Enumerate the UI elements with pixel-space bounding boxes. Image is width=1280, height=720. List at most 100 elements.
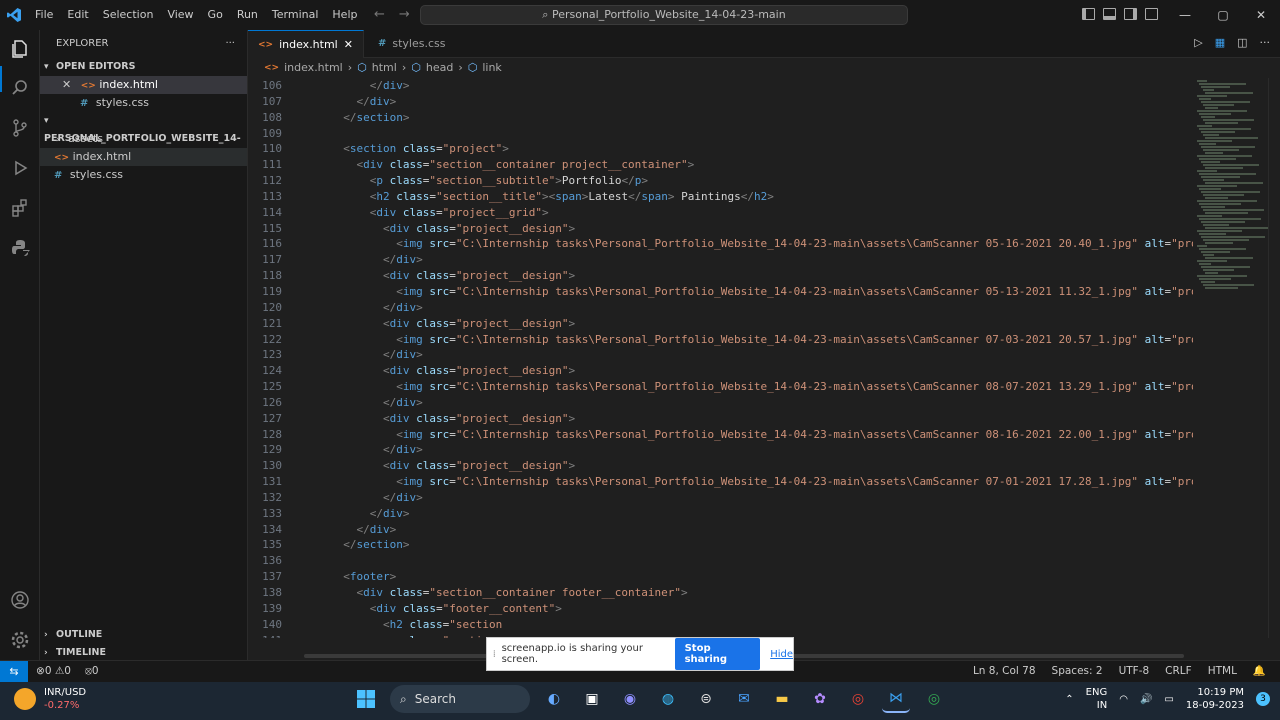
code-line[interactable]: 112 <p class="section__subtitle">Portfol… bbox=[248, 173, 1193, 189]
outline-section[interactable]: › OUTLINE bbox=[40, 626, 102, 644]
taskbar-search[interactable]: ⌕ Search bbox=[390, 685, 530, 713]
code-line[interactable]: 116 <img src="C:\Internship tasks\Person… bbox=[248, 236, 1193, 252]
code-line[interactable]: 119 <img src="C:\Internship tasks\Person… bbox=[248, 284, 1193, 300]
more-actions-icon[interactable]: ··· bbox=[1260, 36, 1271, 49]
command-center-search[interactable]: ⌕ Personal_Portfolio_Website_14-04-23-ma… bbox=[420, 5, 908, 25]
code-line[interactable]: 106 </div> bbox=[248, 78, 1193, 94]
minimap[interactable] bbox=[1193, 78, 1268, 638]
cursor-position[interactable]: Ln 8, Col 78 bbox=[973, 661, 1036, 682]
stop-sharing-button[interactable]: Stop sharing bbox=[674, 638, 761, 670]
battery-icon[interactable]: ▭ bbox=[1164, 694, 1173, 705]
menu-edit[interactable]: Edit bbox=[60, 0, 95, 30]
maximize-icon[interactable]: ▢ bbox=[1204, 0, 1242, 30]
code-line[interactable]: 133 </div> bbox=[248, 506, 1193, 522]
code-line[interactable]: 118 <div class="project__design"> bbox=[248, 268, 1193, 284]
account-icon[interactable] bbox=[8, 590, 32, 614]
ports-indicator[interactable]: ⦻0 bbox=[85, 661, 99, 682]
go-live-icon[interactable]: ▦ bbox=[1215, 36, 1225, 49]
code-line[interactable]: 117 </div> bbox=[248, 252, 1193, 268]
line-ending[interactable]: CRLF bbox=[1165, 661, 1192, 682]
edge-icon[interactable]: ◍ bbox=[654, 685, 682, 713]
back-arrow-icon[interactable]: ← bbox=[374, 7, 385, 22]
menu-run[interactable]: Run bbox=[230, 0, 265, 30]
code-line[interactable]: 108 </section> bbox=[248, 110, 1193, 126]
encoding[interactable]: UTF-8 bbox=[1119, 661, 1150, 682]
breadcrumb-item[interactable]: link bbox=[482, 58, 501, 78]
tree-folder-assets[interactable]: › assets bbox=[40, 130, 247, 148]
remote-indicator-icon[interactable]: ⇆ bbox=[0, 661, 28, 683]
code-line[interactable]: 126 </div> bbox=[248, 395, 1193, 411]
file-explorer-icon[interactable]: ▬ bbox=[768, 685, 796, 713]
code-line[interactable]: 129 </div> bbox=[248, 442, 1193, 458]
language-mode[interactable]: HTML bbox=[1208, 661, 1237, 682]
split-editor-icon[interactable]: ◫ bbox=[1237, 36, 1247, 49]
windows-start-icon[interactable] bbox=[352, 685, 380, 713]
code-line[interactable]: 111 <div class="section__container proje… bbox=[248, 157, 1193, 173]
indentation[interactable]: Spaces: 2 bbox=[1052, 661, 1103, 682]
code-line[interactable]: 134 </div> bbox=[248, 522, 1193, 538]
toggle-primary-sidebar-icon[interactable] bbox=[1082, 8, 1095, 20]
toggle-panel-icon[interactable] bbox=[1103, 8, 1116, 20]
breadcrumb-item[interactable]: index.html bbox=[284, 58, 343, 78]
menu-view[interactable]: View bbox=[160, 0, 200, 30]
vertical-scrollbar[interactable] bbox=[1268, 78, 1280, 638]
close-window-icon[interactable]: ✕ bbox=[1242, 0, 1280, 30]
code-line[interactable]: 139 <div class="footer__content"> bbox=[248, 601, 1193, 617]
extensions-icon[interactable] bbox=[8, 198, 32, 222]
settings-gear-icon[interactable] bbox=[8, 630, 32, 654]
task-view-icon[interactable]: ▣ bbox=[578, 685, 606, 713]
code-line[interactable]: 113 <h2 class="section__title"><span>Lat… bbox=[248, 189, 1193, 205]
code-line[interactable]: 137 <footer> bbox=[248, 569, 1193, 585]
code-line[interactable]: 122 <img src="C:\Internship tasks\Person… bbox=[248, 332, 1193, 348]
more-actions-icon[interactable]: ··· bbox=[225, 30, 235, 58]
code-line[interactable]: 107 </div> bbox=[248, 94, 1193, 110]
folder-section[interactable]: ▾PERSONAL_PORTFOLIO_WEBSITE_14-04-2... bbox=[40, 112, 247, 162]
customize-layout-icon[interactable] bbox=[1145, 8, 1158, 20]
breadcrumb-item[interactable]: html bbox=[372, 58, 397, 78]
open-editors-section[interactable]: ▾ OPEN EDITORS bbox=[40, 58, 247, 76]
run-icon[interactable]: ▷ bbox=[1194, 36, 1202, 49]
run-debug-icon[interactable] bbox=[8, 158, 32, 182]
code-line[interactable]: 135 </section> bbox=[248, 537, 1193, 553]
breadcrumb-item[interactable]: head bbox=[426, 58, 453, 78]
copilot-icon[interactable]: ◐ bbox=[540, 685, 568, 713]
menu-terminal[interactable]: Terminal bbox=[265, 0, 326, 30]
code-line[interactable]: 132 </div> bbox=[248, 490, 1193, 506]
hide-link[interactable]: Hide bbox=[770, 649, 793, 660]
code-editor[interactable]: 106 </div> 107 </div> 108 </section> 109 110… bbox=[248, 78, 1193, 638]
code-line[interactable]: 131 <img src="C:\Internship tasks\Person… bbox=[248, 474, 1193, 490]
tab-styles-css[interactable]: # styles.css bbox=[364, 30, 456, 58]
close-icon[interactable]: ✕ bbox=[62, 78, 71, 91]
code-line[interactable]: 121 <div class="project__design"> bbox=[248, 316, 1193, 332]
code-line[interactable]: 125 <img src="C:\Internship tasks\Person… bbox=[248, 379, 1193, 395]
clock[interactable]: 10:19 PM 18-09-2023 bbox=[1186, 686, 1244, 712]
chevron-up-icon[interactable]: ⌃ bbox=[1065, 694, 1073, 705]
code-line[interactable]: 136 bbox=[248, 553, 1193, 569]
menu-selection[interactable]: Selection bbox=[96, 0, 161, 30]
menu-help[interactable]: Help bbox=[325, 0, 364, 30]
close-icon[interactable]: ✕ bbox=[344, 31, 353, 59]
code-line[interactable]: 140 <h2 class="section bbox=[248, 617, 1193, 633]
source-control-icon[interactable] bbox=[8, 118, 32, 142]
code-line[interactable]: 138 <div class="section__container foote… bbox=[248, 585, 1193, 601]
open-editor-index-html[interactable]: ✕ <> index.html bbox=[40, 76, 247, 94]
notification-badge[interactable]: 3 bbox=[1256, 692, 1270, 706]
search-icon[interactable] bbox=[8, 78, 32, 102]
code-line[interactable]: 115 <div class="project__design"> bbox=[248, 221, 1193, 237]
dell-icon[interactable]: ⊜ bbox=[692, 685, 720, 713]
open-editor-styles-css[interactable]: # styles.css bbox=[40, 94, 247, 112]
code-line[interactable]: 123 </div> bbox=[248, 347, 1193, 363]
notifications-bell-icon[interactable]: 🔔 bbox=[1253, 661, 1266, 682]
drag-handle-icon[interactable]: ⁞ bbox=[487, 649, 502, 660]
forward-arrow-icon[interactable]: → bbox=[399, 7, 410, 22]
language-indicator[interactable]: ENG IN bbox=[1086, 686, 1108, 712]
code-line[interactable]: 130 <div class="project__design"> bbox=[248, 458, 1193, 474]
python-icon[interactable] bbox=[8, 238, 32, 262]
code-line[interactable]: 124 <div class="project__design"> bbox=[248, 363, 1193, 379]
code-line[interactable]: 110 <section class="project"> bbox=[248, 141, 1193, 157]
app-icon[interactable]: ✿ bbox=[806, 685, 834, 713]
menu-go[interactable]: Go bbox=[201, 0, 230, 30]
wifi-icon[interactable]: ◠ bbox=[1119, 694, 1128, 705]
code-line[interactable]: 109 bbox=[248, 126, 1193, 142]
teams-icon[interactable]: ◉ bbox=[616, 685, 644, 713]
